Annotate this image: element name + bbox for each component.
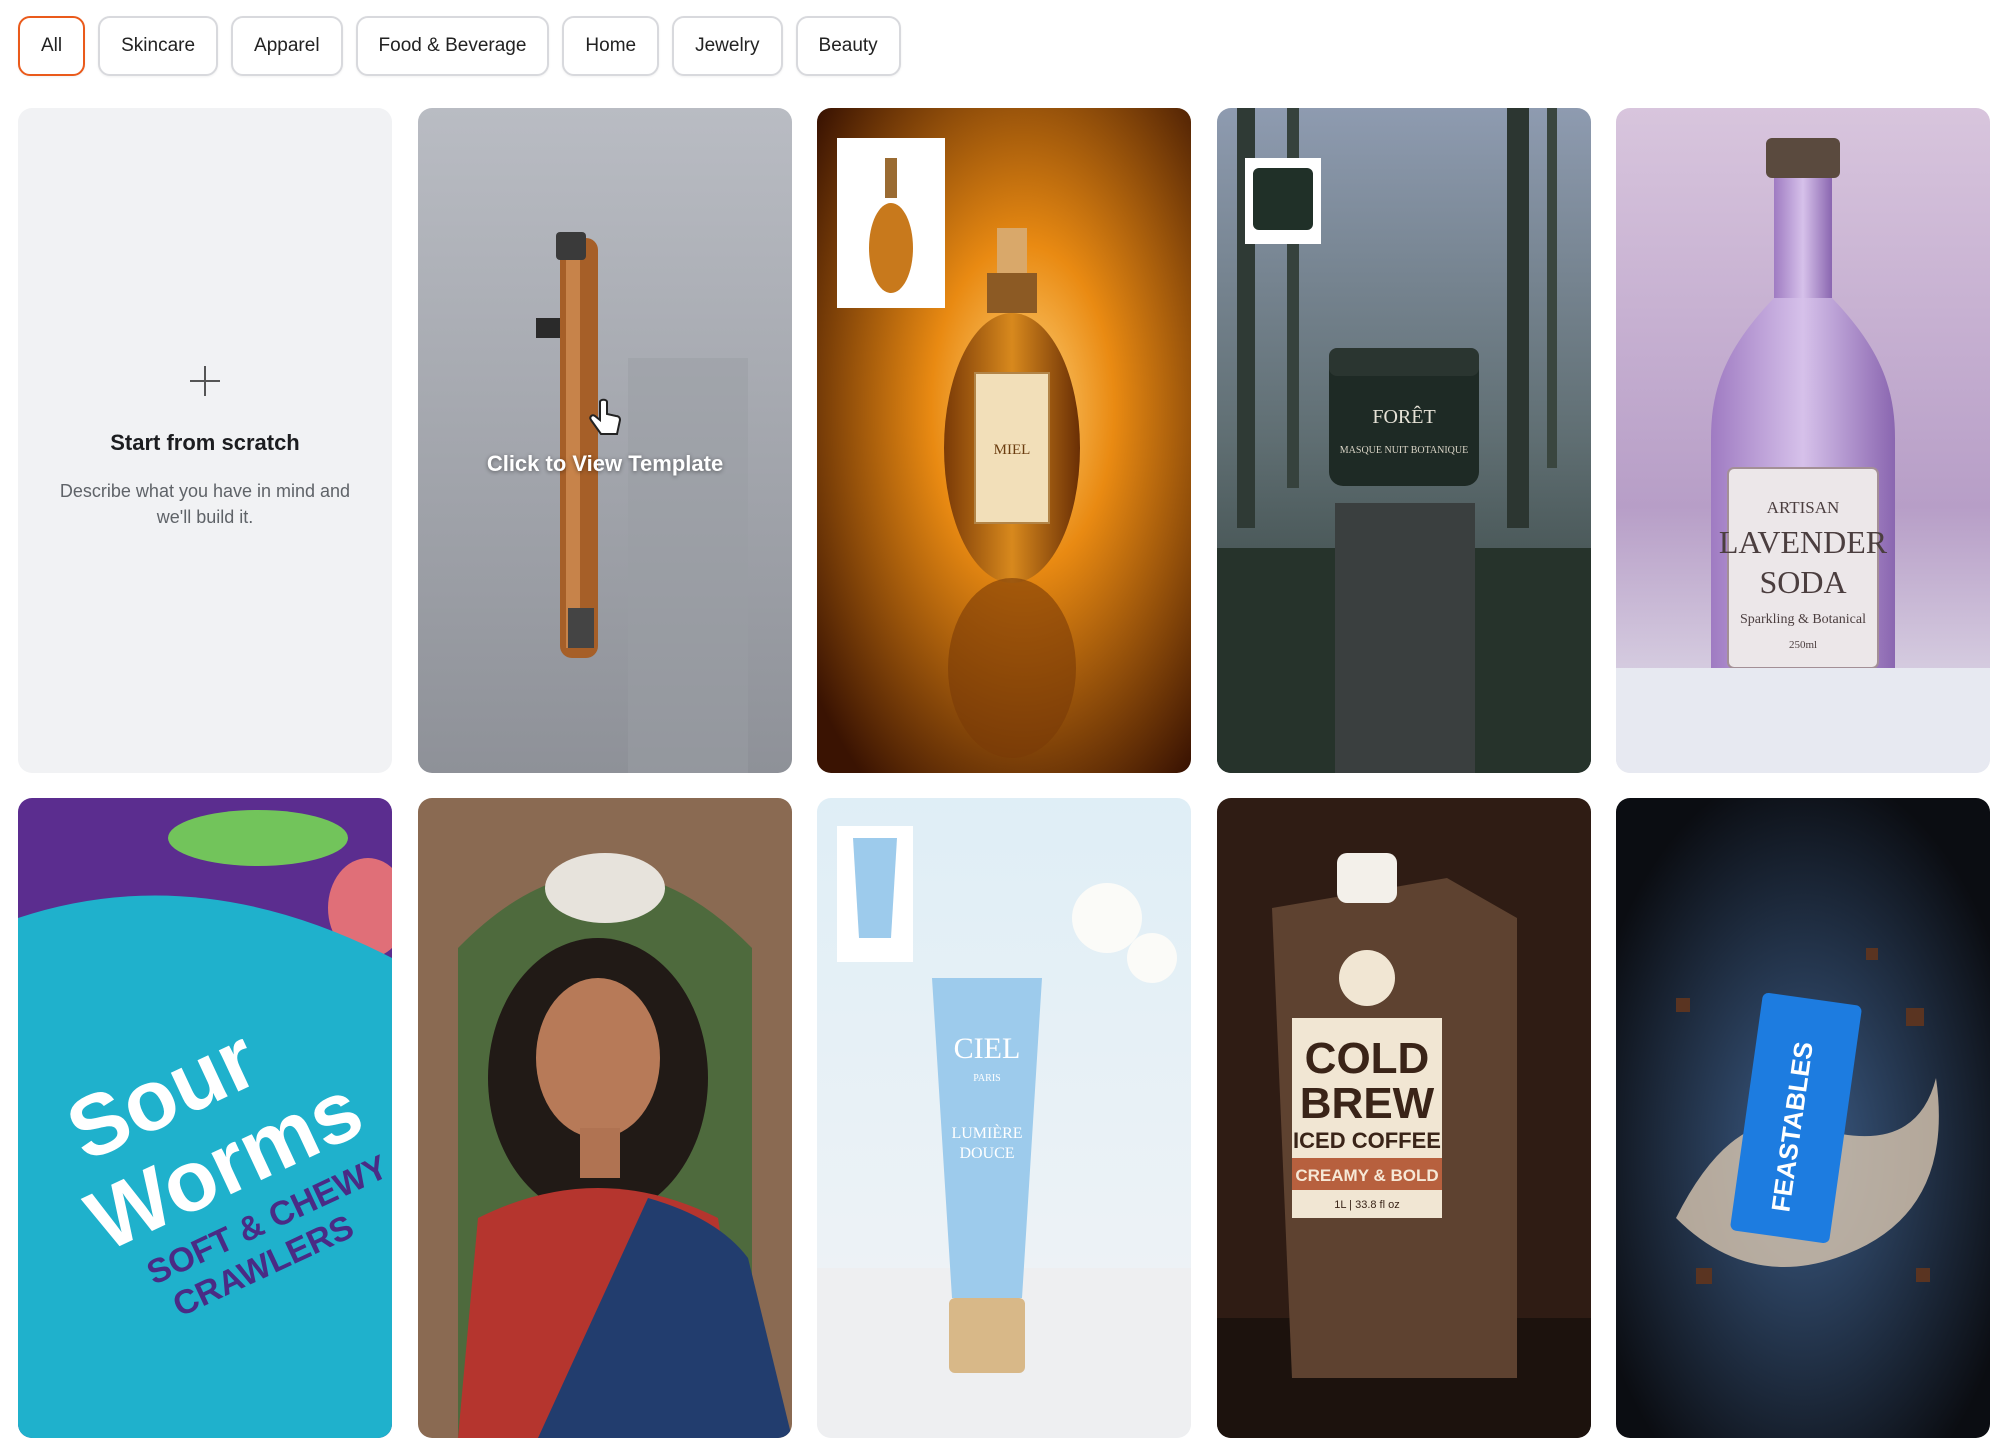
template-card-sour-worms[interactable]: Sour Worms SOFT & CHEWY CRAWLERS [18, 798, 392, 1438]
category-filter-bar: All Skincare Apparel Food & Beverage Hom… [18, 16, 901, 76]
start-from-scratch-card[interactable]: Start from scratch Describe what you hav… [18, 108, 392, 773]
template-image: FORÊT MASQUE NUIT BOTANIQUE [1217, 108, 1591, 773]
svg-text:DOUCE: DOUCE [959, 1145, 1014, 1162]
svg-text:COLD: COLD [1305, 1034, 1430, 1083]
svg-text:CIEL: CIEL [954, 1032, 1021, 1065]
template-image [418, 798, 792, 1438]
svg-text:Sparkling & Botanical: Sparkling & Botanical [1740, 612, 1866, 627]
template-card-foret-masque[interactable]: FORÊT MASQUE NUIT BOTANIQUE [1217, 108, 1591, 773]
svg-text:CREAMY & BOLD: CREAMY & BOLD [1295, 1166, 1438, 1185]
scratch-description: Describe what you have in mind and we'll… [59, 481, 351, 527]
template-image: Sour Worms SOFT & CHEWY CRAWLERS [18, 798, 392, 1438]
svg-text:LAVENDER: LAVENDER [1719, 524, 1888, 560]
svg-text:ICED COFFEE: ICED COFFEE [1293, 1128, 1441, 1153]
filter-all[interactable]: All [18, 16, 86, 76]
template-image: FEASTABLES [1616, 798, 1990, 1438]
plus-icon [190, 366, 220, 396]
filter-food-beverage[interactable]: Food & Beverage [355, 16, 550, 76]
svg-text:PARIS: PARIS [973, 1073, 1000, 1084]
template-card-feastables[interactable]: FEASTABLES [1616, 798, 1990, 1438]
svg-text:ARTISAN: ARTISAN [1767, 498, 1840, 517]
template-card-ciel-cream[interactable]: CIEL PARIS LUMIÈRE DOUCE [817, 798, 1191, 1438]
svg-text:1L | 33.8 fl oz: 1L | 33.8 fl oz [1334, 1199, 1399, 1211]
filter-skincare[interactable]: Skincare [98, 16, 219, 76]
svg-text:250ml: 250ml [1789, 639, 1817, 651]
template-card-cold-brew[interactable]: COLD BREW ICED COFFEE CREAMY & BOLD 1L |… [1217, 798, 1591, 1438]
template-image: CIEL PARIS LUMIÈRE DOUCE [817, 798, 1191, 1438]
filter-beauty[interactable]: Beauty [795, 16, 901, 76]
svg-text:MIEL: MIEL [994, 442, 1031, 458]
svg-text:SODA: SODA [1759, 564, 1846, 600]
template-image: MIEL [817, 108, 1191, 773]
template-card-wall-device[interactable]: Click to View Template [418, 108, 792, 773]
template-card-saree-model[interactable] [418, 798, 792, 1438]
filter-home[interactable]: Home [562, 16, 660, 76]
template-image: ARTISAN LAVENDER SODA Sparkling & Botani… [1616, 108, 1990, 773]
filter-apparel[interactable]: Apparel [231, 16, 343, 76]
template-card-miel-face-oil[interactable]: MIEL [817, 108, 1191, 773]
svg-text:FORÊT: FORÊT [1372, 405, 1435, 428]
template-card-lavender-soda[interactable]: ARTISAN LAVENDER SODA Sparkling & Botani… [1616, 108, 1990, 773]
click-to-view-template-label: Click to View Template [486, 451, 724, 476]
scratch-title: Start from scratch [110, 430, 300, 455]
svg-text:LUMIÈRE: LUMIÈRE [951, 1123, 1022, 1142]
template-image: COLD BREW ICED COFFEE CREAMY & BOLD 1L |… [1217, 798, 1591, 1438]
pointer-hand-icon [586, 398, 626, 442]
svg-text:BREW: BREW [1300, 1079, 1435, 1128]
filter-jewelry[interactable]: Jewelry [672, 16, 783, 76]
svg-text:MASQUE NUIT BOTANIQUE: MASQUE NUIT BOTANIQUE [1340, 445, 1468, 456]
